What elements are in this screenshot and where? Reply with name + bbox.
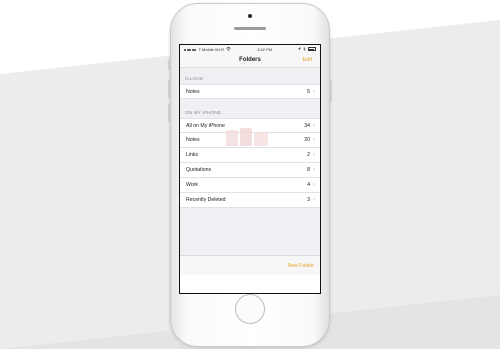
location-arrow-icon (298, 47, 301, 51)
battery-icon (308, 47, 316, 51)
mute-switch (168, 60, 170, 70)
folder-row-all-on-my-iphone[interactable]: All on My iPhone 34 › (180, 118, 320, 133)
folder-count: 5 (307, 88, 310, 95)
carrier-label: T-Mobile Wi-Fi (198, 46, 225, 52)
chevron-right-icon: › (313, 137, 315, 143)
folder-row-work[interactable]: Work 4 › (180, 178, 320, 193)
chevron-right-icon: › (313, 167, 315, 173)
chevron-right-icon: › (313, 122, 315, 129)
folder-row-icloud-notes[interactable]: Notes 5 › (180, 84, 320, 99)
edit-button[interactable]: Edit (303, 57, 312, 63)
folders-list: iCLOUD Notes 5 › ON MY iPHONE All on My … (180, 68, 320, 275)
folder-row-quotations[interactable]: Quotations 8 › (180, 163, 320, 178)
folder-name: Notes (186, 137, 200, 143)
new-folder-button[interactable]: New Folder (287, 263, 314, 269)
navigation-bar: Folders Edit (180, 53, 320, 68)
folder-count: 34 (304, 122, 310, 129)
chevron-right-icon: › (313, 197, 315, 203)
section-header-label: iCLOUD (185, 76, 204, 81)
page-title: Folders (239, 57, 261, 63)
front-camera (248, 14, 252, 18)
home-button[interactable] (235, 294, 265, 324)
signal-dots-icon (184, 47, 197, 52)
folder-row-notes[interactable]: Notes 20 › (180, 133, 320, 148)
section-header-label: ON MY iPHONE (185, 110, 222, 115)
chevron-right-icon: › (313, 152, 315, 158)
section-header-icloud: iCLOUD (180, 68, 320, 84)
bluetooth-icon (303, 47, 306, 51)
folder-name: Recently Deleted (186, 197, 226, 203)
wifi-icon (226, 47, 231, 51)
bottom-toolbar: New Folder (180, 255, 320, 275)
folder-row-links[interactable]: Links 2 › (180, 148, 320, 163)
folder-count: 2 (307, 152, 310, 158)
folder-name: Notes (186, 88, 200, 95)
folder-count: 20 (304, 137, 310, 143)
folder-count: 3 (307, 197, 310, 203)
volume-down-button (168, 104, 170, 122)
folder-name: Links (186, 152, 199, 158)
chevron-right-icon: › (313, 182, 315, 188)
folder-count: 4 (307, 182, 310, 188)
chevron-right-icon: › (313, 88, 315, 95)
folder-count: 8 (307, 167, 310, 173)
folder-name: Quotations (186, 167, 212, 173)
section-header-on-my-iphone: ON MY iPHONE (180, 99, 320, 118)
status-bar: T-Mobile Wi-Fi 3:42 PM (180, 45, 320, 53)
power-button (330, 80, 332, 102)
earpiece-speaker (234, 27, 266, 30)
folder-row-recently-deleted[interactable]: Recently Deleted 3 › (180, 193, 320, 208)
clock: 3:42 PM (257, 46, 273, 52)
phone-screen: T-Mobile Wi-Fi 3:42 PM Folders Edit iCLO… (179, 44, 321, 294)
folder-name: All on My iPhone (186, 122, 225, 129)
volume-up-button (168, 80, 170, 98)
folder-name: Work (186, 182, 199, 188)
